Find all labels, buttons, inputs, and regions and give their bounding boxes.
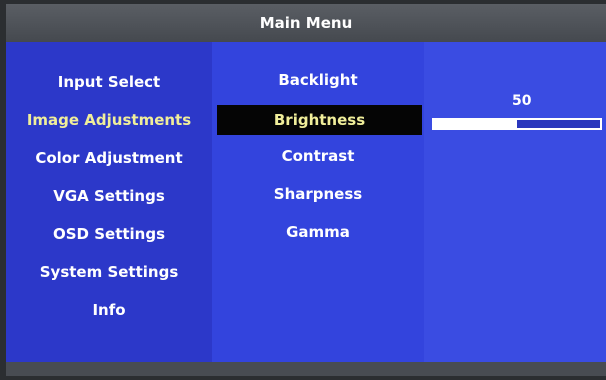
menu-item-vga-settings[interactable]: VGA Settings [6, 183, 212, 209]
menu-item-image-adjustments[interactable]: Image Adjustments [6, 107, 212, 133]
menu-item-system-settings[interactable]: System Settings [6, 259, 212, 285]
submenu-item-brightness[interactable]: Brightness [217, 105, 422, 135]
bottom-bar [6, 362, 606, 376]
menu-item-osd-settings[interactable]: OSD Settings [6, 221, 212, 247]
brightness-value: 50 [512, 93, 532, 109]
menu-item-color-adjustment[interactable]: Color Adjustment [6, 145, 212, 171]
brightness-slider-fill [434, 120, 517, 128]
submenu-item-backlight[interactable]: Backlight [212, 67, 424, 93]
brightness-slider[interactable] [432, 118, 602, 130]
menu-title: Main Menu [259, 14, 353, 32]
submenu-item-gamma[interactable]: Gamma [212, 219, 424, 245]
submenu-item-contrast[interactable]: Contrast [212, 143, 424, 169]
title-bar: Main Menu [6, 4, 606, 42]
menu-item-info[interactable]: Info [6, 297, 212, 323]
menu-item-input-select[interactable]: Input Select [6, 69, 212, 95]
main-category-panel: Input Select Image Adjustments Color Adj… [6, 42, 212, 362]
submenu-item-sharpness[interactable]: Sharpness [212, 181, 424, 207]
submenu-panel: Backlight Brightness Contrast Sharpness … [212, 42, 424, 362]
value-panel: 50 [424, 42, 606, 362]
osd-screen: Main Menu Input Select Image Adjustments… [6, 4, 606, 376]
